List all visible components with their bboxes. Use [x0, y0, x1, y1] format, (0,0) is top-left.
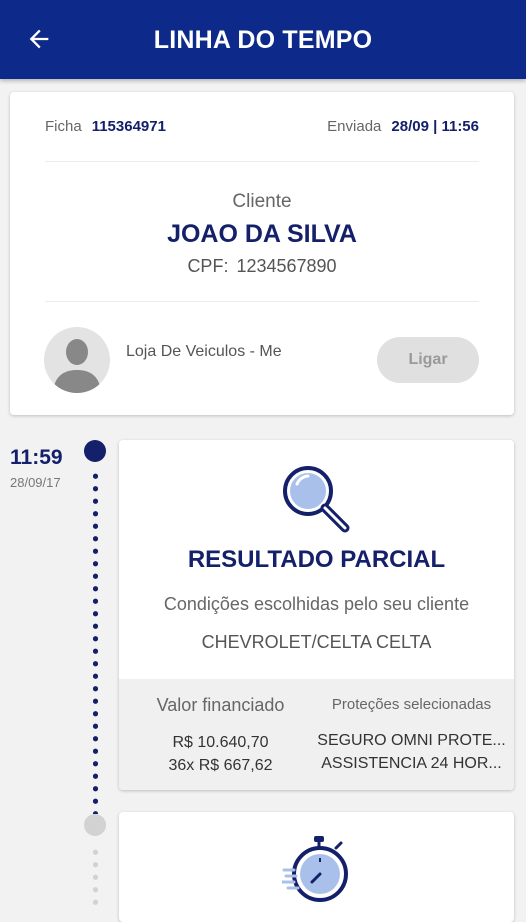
- app-bar: LINHA DO TEMPO: [0, 0, 526, 79]
- financed-label: Valor financiado: [156, 695, 285, 715]
- timeline-line: [93, 470, 98, 814]
- ficha-info: Ficha 115364971: [45, 118, 166, 135]
- result-card[interactable]: RESULTADO PARCIAL Condições escolhidas p…: [119, 440, 514, 790]
- call-button[interactable]: Ligar: [377, 337, 479, 383]
- stopwatch-icon: [282, 836, 348, 902]
- page-title: LINHA DO TEMPO: [153, 26, 373, 54]
- cpf-label: CPF:: [187, 256, 229, 276]
- protection-item: SEGURO OMNI PROTE...: [317, 732, 506, 749]
- client-card: Ficha 115364971 Enviada 28/09 | 11:56 Clie…: [10, 92, 514, 415]
- financing-column: Valor financiado R$ 10.640,70 36x R$ 667…: [119, 679, 322, 777]
- ficha-value: 115364971: [91, 118, 166, 135]
- timeline-time: 11:59: [10, 446, 63, 469]
- enviada-value: 28/09 | 11:56: [391, 118, 479, 135]
- enviada-info: Enviada 28/09 | 11:56: [327, 118, 479, 135]
- store-name: Loja De Veiculos - Me: [126, 343, 282, 360]
- financed-value: R$ 10.640,70: [172, 734, 269, 751]
- timeline-dot-active: [84, 440, 106, 462]
- magnifier-icon: [283, 466, 350, 533]
- avatar: [44, 327, 110, 393]
- timeline-line-inactive: [93, 846, 98, 906]
- result-subtitle: Condições escolhidas pelo seu cliente: [163, 594, 470, 614]
- proposal-info-row: Ficha 115364971 Enviada 28/09 | 11:56: [45, 118, 479, 140]
- installments-value: 36x R$ 667,62: [168, 757, 273, 774]
- result-title: RESULTADO PARCIAL: [187, 546, 446, 573]
- protection-item: ASSISTENCIA 24 HOR...: [321, 755, 502, 772]
- vehicle-name: CHEVROLET/CELTA CELTA: [201, 632, 432, 652]
- cliente-name: JOAO DA SILVA: [167, 220, 357, 248]
- divider: [45, 301, 479, 302]
- protections-label: Proteções selecionadas: [331, 696, 492, 713]
- result-summary: Valor financiado R$ 10.640,70 36x R$ 667…: [119, 679, 514, 790]
- cpf-value: 1234567890: [236, 256, 337, 276]
- protections-column: Proteções selecionadas SEGURO OMNI PROTE…: [309, 679, 514, 775]
- divider: [45, 161, 479, 162]
- timeline-dot-inactive: [84, 814, 106, 836]
- ficha-label: Ficha: [45, 118, 82, 135]
- cliente-label: Cliente: [232, 191, 292, 212]
- next-step-card[interactable]: [119, 812, 514, 922]
- cpf-row: CPF: 1234567890: [10, 256, 514, 277]
- timeline-date: 28/09/17: [10, 475, 61, 490]
- enviada-label: Enviada: [327, 118, 382, 135]
- person-avatar-icon: [53, 339, 101, 393]
